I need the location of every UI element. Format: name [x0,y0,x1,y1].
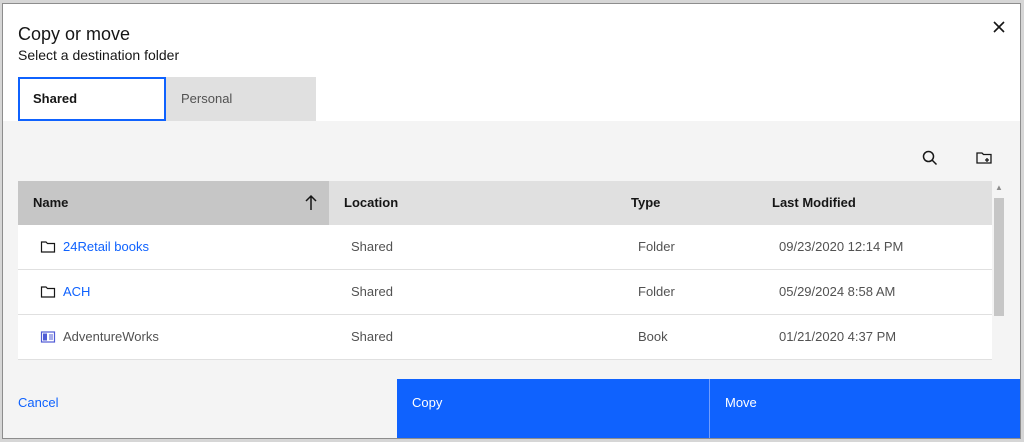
row-name-text: AdventureWorks [63,329,159,344]
table-row[interactable]: AdventureWorks Shared Book 01/21/2020 4:… [18,315,992,360]
row-modified: 01/21/2020 4:37 PM [779,329,897,344]
row-modified: 09/23/2020 12:14 PM [779,239,904,254]
row-name-link[interactable]: ACH [63,270,90,314]
folder-icon [40,286,56,298]
row-location: Shared [351,329,393,344]
row-location: Shared [351,284,393,299]
cancel-button[interactable]: Cancel [3,379,397,438]
folder-browser-panel: Name Location Type Last Modified 24Retai… [3,121,1020,379]
table-row[interactable]: 24Retail books Shared Folder 09/23/2020 … [18,225,992,270]
row-modified: 05/29/2024 8:58 AM [779,284,896,299]
table-header: Name Location Type Last Modified [18,181,992,225]
scroll-thumb[interactable] [994,198,1004,316]
sort-ascending-icon [305,194,317,210]
close-icon[interactable] [989,18,1009,38]
row-location: Shared [351,239,393,254]
tab-shared[interactable]: Shared [18,77,166,121]
row-name-cell: 24Retail books [18,225,329,269]
column-header-type[interactable]: Type [616,181,757,225]
dialog-subtitle: Select a destination folder [18,47,180,63]
dialog-footer: Cancel Copy Move [3,379,1020,438]
move-button[interactable]: Move [710,379,1020,438]
row-type: Folder [638,284,675,299]
location-tabs: Shared Personal [18,77,316,121]
book-icon [40,331,56,343]
row-name-cell: ACH [18,270,329,314]
dialog-title: Copy or move [18,24,131,44]
column-header-location[interactable]: Location [329,181,616,225]
table-scrollbar[interactable]: ▲ [992,181,1006,359]
search-icon[interactable] [921,149,943,171]
copy-button[interactable]: Copy [397,379,710,438]
folder-table: Name Location Type Last Modified 24Retai… [18,181,992,360]
row-name-cell: AdventureWorks [18,315,329,359]
close-icon-glyph [993,21,1005,33]
tab-personal[interactable]: Personal [166,77,316,121]
column-header-last-modified[interactable]: Last Modified [757,181,992,225]
row-type: Folder [638,239,675,254]
column-header-name[interactable]: Name [18,181,329,225]
copy-move-dialog: Copy or move Select a destination folder… [2,3,1021,439]
row-type: Book [638,329,668,344]
column-name-label: Name [33,195,69,210]
row-name-link[interactable]: 24Retail books [63,225,149,269]
scroll-up-icon[interactable]: ▲ [995,183,1003,192]
table-row[interactable]: ACH Shared Folder 05/29/2024 8:58 AM [18,270,992,315]
new-folder-icon[interactable] [975,149,997,171]
folder-icon [40,241,56,253]
